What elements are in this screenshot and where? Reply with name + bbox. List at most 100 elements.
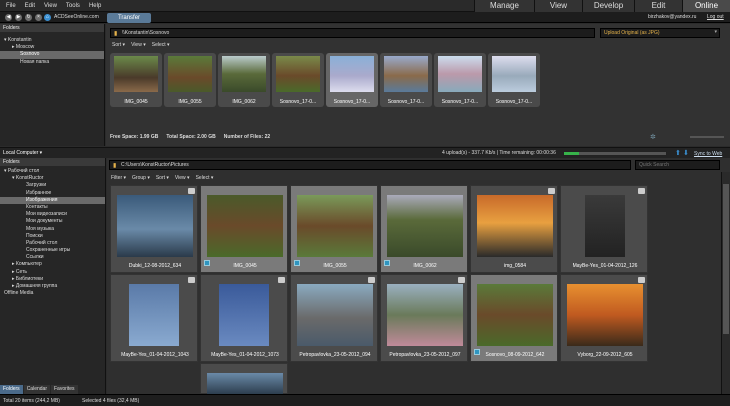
sync-to-web-link[interactable]: Sync to Web	[694, 151, 722, 157]
photo	[222, 56, 266, 92]
quick-search-placeholder: Quick Search	[639, 162, 670, 168]
upload-thumb[interactable]: IMG_0055	[164, 53, 216, 107]
file-type-icon	[458, 277, 465, 283]
tab-folders[interactable]: Folders	[0, 385, 23, 394]
file-tile[interactable]: IMG_0062	[380, 185, 468, 273]
home-icon[interactable]: ⌂	[44, 14, 51, 21]
file-tile[interactable]: Petropavlovka_23-05-2012_094	[290, 274, 378, 362]
file-type-icon	[368, 277, 375, 283]
upload-thumb[interactable]: Sosnovo_17-0...	[380, 53, 432, 107]
photo	[297, 284, 373, 346]
photo	[168, 56, 212, 92]
menu-help[interactable]: Help	[89, 3, 101, 9]
mode-online[interactable]: Online	[682, 0, 730, 12]
tree-saved-games[interactable]: Сохраненные игры	[0, 247, 105, 254]
file-tile[interactable]: Sosnovo_08-09-2012_642	[470, 274, 558, 362]
upload-path-bar[interactable]: ▮ \\Konstantin\Sosnovo	[110, 28, 595, 38]
upload-icon[interactable]: ⬆	[675, 149, 681, 157]
tree-libraries[interactable]: ▸ Библиотеки	[0, 276, 105, 283]
tree-documents[interactable]: Мои документы	[0, 218, 105, 225]
file-tile[interactable]: MayBe-Yes_01-04-2012_126	[560, 185, 648, 273]
upload-toolbar: Sort ▾ View ▾ Select ▾	[112, 42, 170, 48]
browser-sort[interactable]: Sort ▾	[156, 175, 169, 181]
local-computer-dropdown[interactable]: Local Computer ▾	[3, 150, 42, 156]
tree-network[interactable]: ▸ Сеть	[0, 269, 105, 276]
menu-file[interactable]: File	[6, 3, 16, 9]
tree-user[interactable]: ▾ KonstRuctor	[0, 175, 105, 182]
quick-search-input[interactable]: Quick Search	[635, 160, 720, 170]
browser-scrollbar[interactable]	[721, 172, 730, 394]
refresh-icon[interactable]: ↻	[25, 14, 32, 21]
tree-offline-media[interactable]: Offline Media	[0, 290, 105, 297]
photo	[477, 195, 553, 257]
mode-edit[interactable]: Edit	[634, 0, 682, 12]
tree-downloads[interactable]: Загрузки	[0, 182, 105, 189]
tree-favorites[interactable]: Избранное	[0, 190, 105, 197]
forward-icon[interactable]: ▶	[15, 14, 22, 21]
tab-favorites[interactable]: Favorites	[50, 385, 78, 394]
tab-calendar[interactable]: Calendar	[23, 385, 50, 394]
browser-view[interactable]: View ▾	[175, 175, 190, 181]
site-link[interactable]: ACDSeeOnline.com	[54, 14, 99, 20]
upload-sort[interactable]: Sort ▾	[112, 42, 125, 48]
tree-music[interactable]: Моя музыка	[0, 226, 105, 233]
tree-computer[interactable]: ▸ Компьютер	[0, 261, 105, 268]
back-icon[interactable]: ◀	[5, 14, 12, 21]
scrollbar-thumb[interactable]	[723, 184, 729, 334]
tree-searches[interactable]: Поиски	[0, 233, 105, 240]
file-tile-partial[interactable]	[200, 363, 288, 395]
file-tile[interactable]: IMG_0045	[200, 185, 288, 273]
upload-thumb[interactable]: Sosnovo_17-0...	[488, 53, 540, 107]
folder-moscow[interactable]: ▸ Moscow	[0, 44, 104, 51]
upload-thumb[interactable]: Sosnovo_17-0...	[326, 53, 378, 107]
menu-view[interactable]: View	[44, 3, 57, 9]
upload-view[interactable]: View ▾	[131, 42, 146, 48]
upload-select[interactable]: Select ▾	[152, 42, 170, 48]
zoom-slider[interactable]	[690, 136, 724, 138]
upload-thumb[interactable]: IMG_0045	[110, 53, 162, 107]
photo	[567, 284, 643, 346]
file-tile[interactable]: Vyborg_22-09-2012_605	[560, 274, 648, 362]
upload-thumb[interactable]: IMG_0062	[218, 53, 270, 107]
tree-homegroup[interactable]: ▸ Домашняя группа	[0, 283, 105, 290]
file-tile[interactable]: MayBe-Yes_01-04-2012_1043	[110, 274, 198, 362]
upload-thumb[interactable]: Sosnovo_17-0...	[434, 53, 486, 107]
file-tile[interactable]: img_0584	[470, 185, 558, 273]
tree-desktop[interactable]: ▾ Рабочий стол	[0, 168, 105, 175]
browser-filter[interactable]: Filter ▾	[111, 175, 126, 181]
browser-path-bar[interactable]: ▮ C:\Users\KonstRuctor\Pictures	[109, 160, 631, 170]
file-tile[interactable]: MayBe-Yes_01-04-2012_1073	[200, 274, 288, 362]
menu-tools[interactable]: Tools	[66, 3, 80, 9]
upload-option-select[interactable]: Upload Original (as JPG) ▾	[600, 28, 720, 38]
folder-konstantin[interactable]: ▾ Konstantin	[0, 37, 104, 44]
tree-links[interactable]: Ссылки	[0, 254, 105, 261]
mode-view[interactable]: View	[534, 0, 582, 12]
progress-fill	[564, 152, 580, 155]
mode-manage[interactable]: Manage	[474, 0, 534, 12]
folder-sosnovo[interactable]: Sosnovo	[0, 51, 104, 59]
file-tile[interactable]: IMG_0055	[290, 185, 378, 273]
browser-select[interactable]: Select ▾	[196, 175, 214, 181]
download-icon[interactable]: ⬇	[683, 149, 689, 157]
file-tile[interactable]: Dubki_12-08-2012_634	[110, 185, 198, 273]
total-space: Total Space: 2.00 GB	[166, 134, 216, 140]
tree-pictures[interactable]: Изображения	[0, 196, 105, 204]
free-space: Free Space: 1.99 GB	[110, 134, 159, 140]
tab-transfer[interactable]: Transfer	[107, 13, 151, 23]
local-folders-panel: Folders ▾ Рабочий стол ▾ KonstRuctor Заг…	[0, 158, 106, 394]
tree-videos[interactable]: Мои видеозаписи	[0, 211, 105, 218]
menu-edit[interactable]: Edit	[25, 3, 35, 9]
tree-contacts[interactable]: Контакты	[0, 204, 105, 211]
upload-thumb[interactable]: Sosnovo_17-0...	[272, 53, 324, 107]
photo	[477, 284, 553, 346]
stop-icon[interactable]: ×	[35, 14, 42, 21]
mode-develop[interactable]: Develop	[582, 0, 634, 12]
browser-group[interactable]: Group ▾	[132, 175, 150, 181]
logout-link[interactable]: Log out	[707, 14, 724, 20]
file-tile[interactable]: Petropavlovka_23-05-2012_097	[380, 274, 468, 362]
tree-desktop2[interactable]: Рабочий стол	[0, 240, 105, 247]
main-menu: File Edit View Tools Help	[6, 3, 101, 9]
settings-icon[interactable]: ✲	[650, 133, 656, 141]
folder-new[interactable]: Новая папка	[0, 59, 104, 66]
photo	[438, 56, 482, 92]
